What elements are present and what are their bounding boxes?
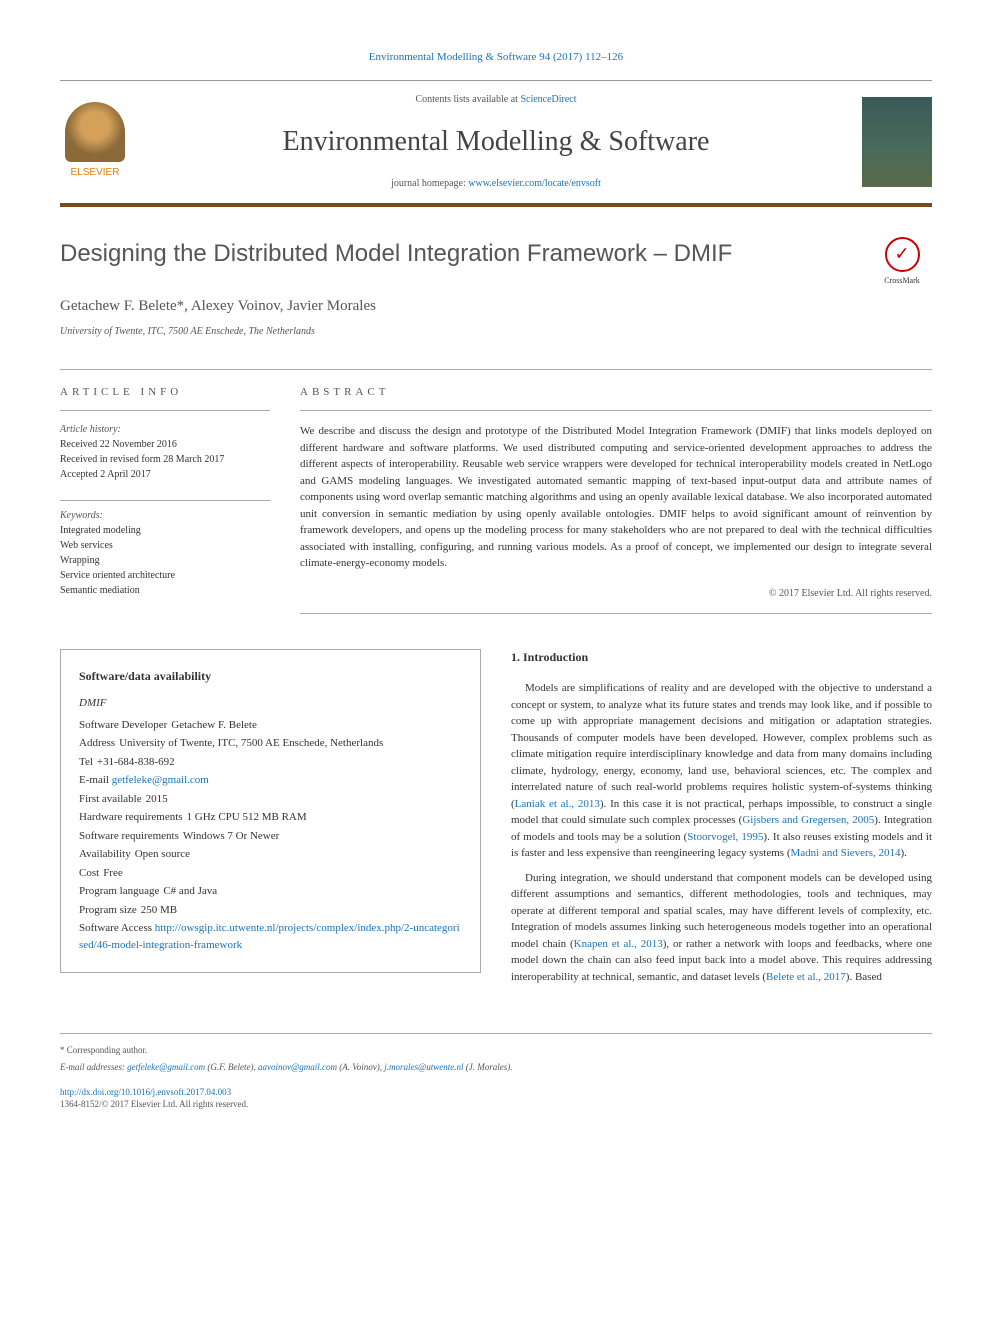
sw-row: Software Access http://owsgip.itc.utwent… xyxy=(79,919,462,954)
contents-available: Contents lists available at ScienceDirec… xyxy=(145,93,847,107)
software-availability-box: Software/data availability DMIF Software… xyxy=(60,649,481,974)
citation-link[interactable]: Stoorvogel, 1995 xyxy=(687,831,763,843)
sciencedirect-link[interactable]: ScienceDirect xyxy=(520,94,576,105)
revised-date: Received in revised form 28 March 2017 xyxy=(60,452,270,467)
authors: Getachew F. Belete*, Alexey Voinov, Javi… xyxy=(60,296,932,317)
history-label: Article history: xyxy=(60,423,270,437)
received-date: Received 22 November 2016 xyxy=(60,437,270,452)
email-link[interactable]: getfeleke@gmail.com xyxy=(127,1062,205,1072)
homepage-link[interactable]: www.elsevier.com/locate/envsoft xyxy=(468,178,601,189)
sw-key: Software Developer xyxy=(79,719,167,731)
abstract-label: ABSTRACT xyxy=(300,385,932,411)
footer: * Corresponding author. E-mail addresses… xyxy=(60,1033,932,1110)
sw-key: Cost xyxy=(79,867,99,879)
accepted-date: Accepted 2 April 2017 xyxy=(60,467,270,482)
article-info-label: ARTICLE INFO xyxy=(60,385,270,411)
email-link[interactable]: j.morales@utwente.nl xyxy=(384,1062,463,1072)
keyword-item: Semantic mediation xyxy=(60,583,270,598)
article-title: Designing the Distributed Model Integrat… xyxy=(60,237,852,271)
elsevier-tree-icon xyxy=(65,102,125,162)
citation-link[interactable]: Laniak et al., 2013 xyxy=(515,798,600,810)
sw-val: University of Twente, ITC, 7500 AE Ensch… xyxy=(119,737,383,749)
issn-copyright: 1364-8152/© 2017 Elsevier Ltd. All right… xyxy=(60,1098,932,1111)
sw-key: Program size xyxy=(79,904,137,916)
sw-val: +31-684-838-692 xyxy=(97,756,175,768)
abstract-copyright: © 2017 Elsevier Ltd. All rights reserved… xyxy=(300,587,932,614)
abstract-text: We describe and discuss the design and p… xyxy=(300,423,932,572)
sw-email-link[interactable]: getfeleke@gmail.com xyxy=(112,774,209,786)
intro-paragraph: During integration, we should understand… xyxy=(511,870,932,986)
email-link[interactable]: aavoinov@gmail.com xyxy=(258,1062,337,1072)
sw-val: Open source xyxy=(135,848,190,860)
sw-key: Availability xyxy=(79,848,131,860)
journal-homepage: journal homepage: www.elsevier.com/locat… xyxy=(145,177,847,191)
sw-key: Software requirements xyxy=(79,830,179,842)
intro-paragraph: Models are simplifications of reality an… xyxy=(511,680,932,862)
citation-link[interactable]: Gijsbers and Gregersen, 2005 xyxy=(742,814,874,826)
sw-key: Software Access xyxy=(79,922,152,934)
crossmark-icon xyxy=(885,237,920,272)
sw-row: Availability Open source xyxy=(79,845,462,864)
affiliation: University of Twente, ITC, 7500 AE Ensch… xyxy=(60,325,932,339)
journal-cover-thumbnail xyxy=(862,97,932,187)
sw-val: Getachew F. Belete xyxy=(171,719,257,731)
sw-row: Hardware requirements 1 GHz CPU 512 MB RA… xyxy=(79,808,462,827)
citation-link[interactable]: Belete et al., 2017 xyxy=(766,971,846,983)
sw-row: Cost Free xyxy=(79,864,462,883)
sw-key: First available xyxy=(79,793,142,805)
keyword-item: Wrapping xyxy=(60,553,270,568)
citation-link[interactable]: Knapen et al., 2013 xyxy=(574,938,663,950)
sw-row: Tel +31-684-838-692 xyxy=(79,753,462,772)
sw-val: 1 GHz CPU 512 MB RAM xyxy=(187,811,307,823)
intro-heading: 1. Introduction xyxy=(511,649,932,666)
sw-row: Program size 250 MB xyxy=(79,901,462,920)
journal-name: Environmental Modelling & Software xyxy=(145,122,847,161)
sw-key: Hardware requirements xyxy=(79,811,183,823)
sw-row: Software requirements Windows 7 Or Newer xyxy=(79,827,462,846)
contents-avail-text: Contents lists available at xyxy=(415,94,520,105)
sw-row: Address University of Twente, ITC, 7500 A… xyxy=(79,734,462,753)
sw-row: E-mail getfeleke@gmail.com xyxy=(79,771,462,790)
keywords-label: Keywords: xyxy=(60,500,270,523)
sw-row: Program language C# and Java xyxy=(79,882,462,901)
elsevier-logo: ELSEVIER xyxy=(60,102,130,182)
sw-key: Tel xyxy=(79,756,93,768)
keyword-item: Web services xyxy=(60,538,270,553)
sw-key: Address xyxy=(79,737,115,749)
corresponding-author: * Corresponding author. xyxy=(60,1044,932,1057)
homepage-label: journal homepage: xyxy=(391,178,468,189)
sw-key: E-mail xyxy=(79,774,109,786)
author-emails: E-mail addresses: getfeleke@gmail.com (G… xyxy=(60,1061,932,1074)
crossmark-label: CrossMark xyxy=(884,275,920,286)
software-box-title: Software/data availability xyxy=(79,668,462,685)
sw-val: 250 MB xyxy=(141,904,177,916)
journal-header: ELSEVIER Contents lists available at Sci… xyxy=(60,80,932,206)
keyword-item: Service oriented architecture xyxy=(60,568,270,583)
sw-row: Software Developer Getachew F. Belete xyxy=(79,716,462,735)
sw-row: First available 2015 xyxy=(79,790,462,809)
sw-val: Free xyxy=(103,867,123,879)
software-name: DMIF xyxy=(79,696,462,711)
citation-link[interactable]: Madni and Sievers, 2014 xyxy=(791,847,901,859)
keyword-item: Integrated modeling xyxy=(60,523,270,538)
sw-val: Windows 7 Or Newer xyxy=(183,830,279,842)
sw-val: C# and Java xyxy=(163,885,217,897)
top-citation: Environmental Modelling & Software 94 (2… xyxy=(60,50,932,65)
crossmark-badge[interactable]: CrossMark xyxy=(872,237,932,286)
doi-link[interactable]: http://dx.doi.org/10.1016/j.envsoft.2017… xyxy=(60,1087,231,1097)
sw-key: Program language xyxy=(79,885,159,897)
elsevier-text: ELSEVIER xyxy=(71,166,120,180)
sw-val: 2015 xyxy=(146,793,168,805)
